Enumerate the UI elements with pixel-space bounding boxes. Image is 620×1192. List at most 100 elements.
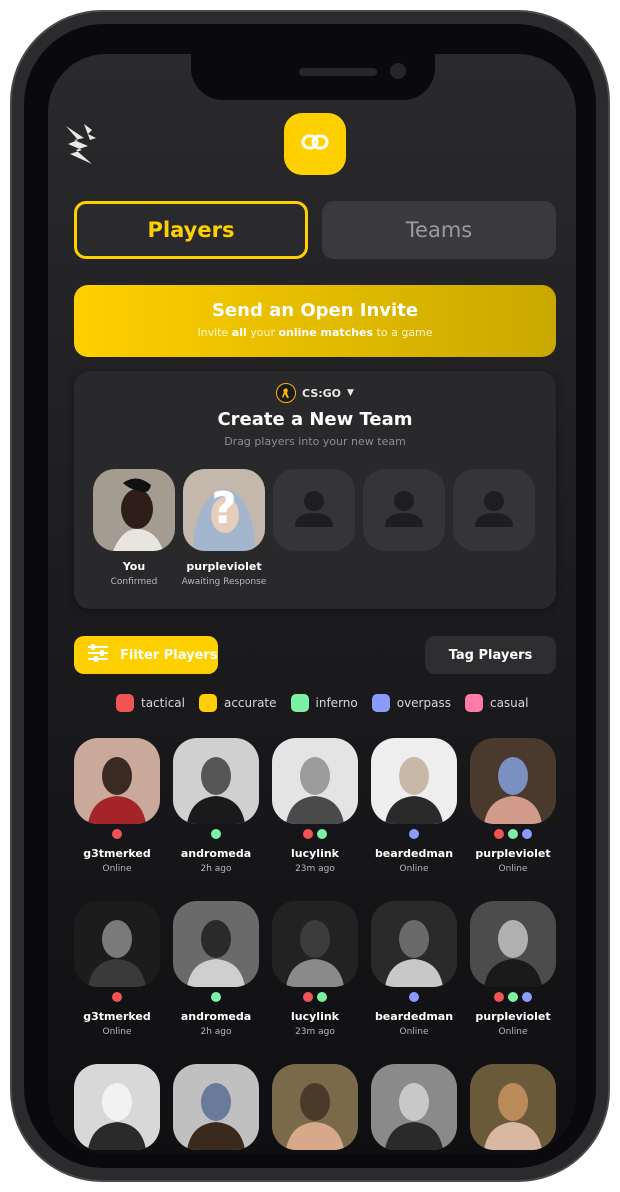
segmented-tabs: Players Teams [74, 201, 556, 259]
player-card[interactable]: beardedman Online [371, 901, 457, 1041]
tag-dot-inferno [508, 992, 518, 1002]
game-selector[interactable]: CS:GO ▼ [74, 383, 556, 403]
player-status: 23m ago [295, 864, 335, 874]
tag-legend-item[interactable]: inferno [290, 694, 358, 712]
player-card[interactable]: purpleviolet Online [470, 901, 556, 1041]
game-name: CS:GO [302, 386, 342, 400]
user-placeholder-icon [385, 491, 423, 527]
invite-title: Send an Open Invite [211, 300, 419, 321]
player-name: g3tmerked [83, 847, 151, 860]
player-card[interactable]: andromeda 2h ago [173, 738, 259, 878]
tag-dot-inferno [317, 829, 327, 839]
player-status: Online [498, 1027, 528, 1037]
player-avatar [371, 1064, 457, 1150]
player-name: purpleviolet [475, 1010, 551, 1023]
tag-dot-inferno [508, 829, 518, 839]
player-avatar [74, 738, 160, 824]
tag-legend-item[interactable]: accurate [198, 694, 277, 712]
tab-players[interactable]: Players [74, 201, 308, 259]
send-open-invite-button[interactable]: Send an Open Invite Invite all your onli… [74, 285, 556, 357]
player-card[interactable] [74, 1064, 160, 1154]
wing-logo-icon[interactable] [62, 120, 110, 168]
tag-color-swatch [464, 694, 483, 712]
player-tag-dots [470, 992, 556, 1002]
player-avatar [272, 738, 358, 824]
player-avatar [173, 1064, 259, 1150]
tag-color-swatch [290, 694, 309, 712]
team-slot-you[interactable] [93, 469, 175, 551]
player-card[interactable]: beardedman Online [371, 738, 457, 878]
empty-team-slot[interactable] [273, 469, 355, 551]
tag-dot-overpass [409, 992, 419, 1002]
player-card[interactable]: g3tmerked Online [74, 901, 160, 1041]
tag-label: accurate [223, 696, 277, 710]
tag-label: casual [489, 696, 529, 710]
invite-subtitle: Invite all your online matches to a game [197, 326, 433, 339]
player-name: purpleviolet [475, 847, 551, 860]
phone-notch [191, 54, 435, 100]
slot-name-purpleviolet: purpleviolet [186, 560, 262, 573]
share-link-button[interactable] [284, 113, 346, 175]
filter-players-label: Filter Players [120, 647, 218, 663]
player-status: Online [399, 1027, 429, 1037]
avatar-you [93, 469, 175, 551]
player-status: Online [102, 864, 132, 874]
tag-dot-tactical [494, 829, 504, 839]
tag-dot-tactical [112, 829, 122, 839]
team-slot-purpleviolet[interactable]: ? [183, 469, 265, 551]
tag-players-button[interactable]: Tag Players [425, 636, 556, 674]
player-name: andromeda [180, 847, 252, 860]
player-avatar [470, 738, 556, 824]
tag-color-swatch [116, 694, 134, 712]
tag-color-swatch [198, 694, 217, 712]
player-card[interactable] [371, 1064, 457, 1154]
empty-team-slot[interactable] [453, 469, 535, 551]
player-tag-dots [272, 829, 358, 839]
player-avatar [173, 738, 259, 824]
tag-label: inferno [315, 696, 358, 710]
player-avatar [371, 901, 457, 987]
tag-dot-overpass [522, 829, 532, 839]
tag-dot-tactical [303, 829, 313, 839]
player-status: 23m ago [295, 1027, 335, 1037]
player-tag-dots [173, 829, 259, 839]
tag-color-swatch [371, 694, 390, 712]
front-camera [390, 63, 406, 79]
player-tag-dots [74, 992, 160, 1002]
tag-dot-tactical [303, 992, 313, 1002]
player-card[interactable]: andromeda 2h ago [173, 901, 259, 1041]
player-card[interactable]: purpleviolet Online [470, 738, 556, 878]
tag-legend-item[interactable]: casual [464, 694, 529, 712]
player-card[interactable] [272, 1064, 358, 1154]
player-avatar [272, 901, 358, 987]
link-icon [300, 127, 330, 161]
tag-dot-overpass [522, 992, 532, 1002]
player-name: beardedman [374, 1010, 454, 1023]
player-tag-dots [272, 992, 358, 1002]
team-card-subtitle: Drag players into your new team [224, 435, 406, 448]
tag-legend-item[interactable]: tactical [116, 694, 185, 712]
empty-team-slot[interactable] [363, 469, 445, 551]
player-card[interactable]: lucylink 23m ago [272, 901, 358, 1041]
player-name: beardedman [374, 847, 454, 860]
tab-teams[interactable]: Teams [322, 201, 556, 259]
tag-dot-inferno [211, 992, 221, 1002]
player-card[interactable]: g3tmerked Online [74, 738, 160, 878]
slot-name-you: You [122, 560, 146, 573]
tag-label: overpass [396, 696, 451, 710]
tag-legend-item[interactable]: overpass [371, 694, 451, 712]
filter-players-button[interactable]: Filter Players [74, 636, 218, 674]
player-card[interactable] [470, 1064, 556, 1154]
player-avatar [74, 1064, 160, 1150]
player-name: g3tmerked [83, 1010, 151, 1023]
player-tag-dots [470, 829, 556, 839]
player-status: 2h ago [200, 864, 232, 874]
create-team-card: CS:GO ▼ Create a New Team Drag players i… [74, 371, 556, 609]
player-tag-dots [173, 992, 259, 1002]
player-card[interactable]: lucylink 23m ago [272, 738, 358, 878]
player-tag-dots [371, 829, 457, 839]
tag-label: tactical [141, 696, 185, 710]
sliders-icon [86, 643, 110, 667]
app-screen: Players Teams Send an Open Invite Invite… [48, 54, 576, 1154]
player-card[interactable] [173, 1064, 259, 1154]
